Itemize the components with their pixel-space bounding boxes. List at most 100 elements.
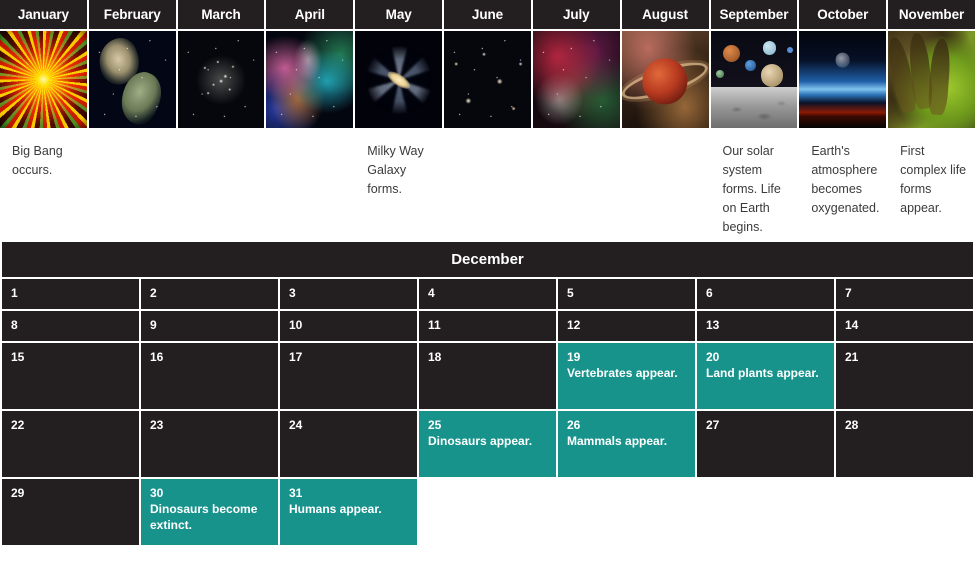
calendar-cell-day[interactable]: 2	[141, 279, 278, 309]
calendar-cell-event[interactable]: 31 Humans appear.	[280, 479, 417, 545]
calendar-cell-day[interactable]: 6	[697, 279, 834, 309]
month-header-may: May	[355, 0, 443, 29]
month-column-august: August	[621, 0, 709, 128]
calendar-cell-day[interactable]: 15	[2, 343, 139, 409]
calendar-day-number: 23	[150, 418, 164, 432]
algae-complex-life-image	[888, 31, 975, 128]
calendar-cell-day[interactable]: 3	[280, 279, 417, 309]
calendar-cell-day[interactable]: 13	[697, 311, 834, 341]
calendar-cell-day[interactable]: 28	[836, 411, 973, 477]
calendar-cell-day[interactable]: 1	[2, 279, 139, 309]
month-strip: January February March April May June Ju…	[0, 0, 975, 128]
caption-may: Milky Way Galaxy forms.	[367, 144, 424, 196]
calendar-day-number: 10	[289, 318, 303, 332]
calendar-day-number: 5	[567, 286, 574, 300]
deep-field-galaxies-image	[444, 31, 531, 128]
december-title: December	[2, 242, 973, 277]
calendar-cell-day[interactable]: 5	[558, 279, 695, 309]
calendar-day-number: 20	[706, 350, 720, 364]
calendar-day-number: 4	[428, 286, 435, 300]
calendar-cell-empty	[836, 479, 973, 545]
calendar-cell-event[interactable]: 30 Dinosaurs become extinct.	[141, 479, 278, 545]
caption-july	[533, 142, 620, 234]
calendar-event-label: Dinosaurs become extinct.	[150, 502, 258, 532]
calendar-day-number: 15	[11, 350, 25, 364]
calendar-day-number: 6	[706, 286, 713, 300]
calendar-cell-day[interactable]: 16	[141, 343, 278, 409]
calendar-day-number: 3	[289, 286, 296, 300]
emission-nebula-image	[532, 31, 620, 128]
calendar-cell-day[interactable]: 4	[419, 279, 556, 309]
calendar-day-number: 1	[11, 286, 18, 300]
calendar-cell-day[interactable]: 23	[141, 411, 278, 477]
calendar-week-row: 29 30 Dinosaurs become extinct. 31 Humans ap…	[2, 479, 973, 545]
calendar-cell-event[interactable]: 25 Dinosaurs appear.	[419, 411, 556, 477]
nebula-pillar-image	[88, 31, 176, 128]
calendar-week-row: 15 16 17 18 19 Vertebrates appear. 20 Land plan…	[2, 343, 973, 409]
calendar-day-number: 31	[289, 486, 303, 500]
calendar-cell-day[interactable]: 14	[836, 311, 973, 341]
caption-april	[266, 142, 353, 234]
calendar-cell-event[interactable]: 20 Land plants appear.	[697, 343, 834, 409]
calendar-day-number: 14	[845, 318, 859, 332]
calendar-day-number: 26	[567, 418, 581, 432]
calendar-week-row: 1 2 3 4 5 6 7	[2, 279, 973, 309]
calendar-event-label: Dinosaurs appear.	[428, 434, 533, 448]
calendar-day-number: 11	[428, 318, 441, 332]
caption-january: Big Bang occurs.	[12, 144, 63, 177]
calendar-day-number: 19	[567, 350, 581, 364]
calendar-day-number: 24	[289, 418, 303, 432]
calendar-event-label: Land plants appear.	[706, 366, 819, 380]
calendar-cell-event[interactable]: 26 Mammals appear.	[558, 411, 695, 477]
month-header-february: February	[88, 0, 176, 29]
calendar-cell-day[interactable]: 21	[836, 343, 973, 409]
caption-february	[89, 142, 176, 234]
calendar-cell-day[interactable]: 7	[836, 279, 973, 309]
calendar-day-number: 2	[150, 286, 157, 300]
month-column-may: May	[355, 0, 443, 128]
month-header-june: June	[444, 0, 531, 29]
calendar-cell-day[interactable]: 11	[419, 311, 556, 341]
star-cluster-image	[177, 31, 265, 128]
galaxy-cluster-image	[266, 31, 354, 128]
calendar-day-number: 18	[428, 350, 442, 364]
caption-september: Our solar system forms. Life on Earth be…	[722, 144, 781, 234]
calendar-cell-event[interactable]: 19 Vertebrates appear.	[558, 343, 695, 409]
month-header-august: August	[621, 0, 709, 29]
calendar-cell-day[interactable]: 29	[2, 479, 139, 545]
calendar-week-row: 8 9 10 11 12 13 14	[2, 311, 973, 341]
calendar-day-number: 17	[289, 350, 303, 364]
month-header-november: November	[888, 0, 975, 29]
spiral-galaxy-image	[355, 31, 443, 128]
month-column-october: October	[799, 0, 887, 128]
calendar-day-number: 8	[11, 318, 18, 332]
calendar-event-label: Humans appear.	[289, 502, 382, 516]
calendar-cell-day[interactable]: 17	[280, 343, 417, 409]
calendar-cell-day[interactable]: 22	[2, 411, 139, 477]
calendar-cell-day[interactable]: 24	[280, 411, 417, 477]
calendar-cell-day[interactable]: 8	[2, 311, 139, 341]
calendar-cell-empty	[419, 479, 556, 545]
calendar-cell-empty	[558, 479, 695, 545]
month-column-april: April	[266, 0, 354, 128]
calendar-cell-empty	[697, 479, 834, 545]
calendar-week-row: 22 23 24 25 Dinosaurs appear. 26 Mammals appea…	[2, 411, 973, 477]
big-bang-explosion-image	[0, 31, 87, 128]
caption-november: First complex life forms appear.	[900, 144, 967, 215]
calendar-cell-day[interactable]: 18	[419, 343, 556, 409]
calendar-day-number: 13	[706, 318, 720, 332]
calendar-cell-day[interactable]: 12	[558, 311, 695, 341]
month-header-july: July	[532, 0, 620, 29]
calendar-event-label: Vertebrates appear.	[567, 366, 678, 380]
calendar-cell-day[interactable]: 9	[141, 311, 278, 341]
caption-june	[444, 142, 531, 234]
calendar-cell-day[interactable]: 10	[280, 311, 417, 341]
december-calendar: December 1 2 3 4 5 6 7 8 9 10 11 12 13 14 15 16 17 18 19 Ve…	[0, 240, 975, 547]
calendar-event-label: Mammals appear.	[567, 434, 668, 448]
month-column-january: January	[0, 0, 87, 128]
calendar-day-number: 9	[150, 318, 157, 332]
caption-october: Earth's atmosphere becomes oxygenated.	[811, 144, 880, 215]
calendar-cell-day[interactable]: 27	[697, 411, 834, 477]
calendar-day-number: 28	[845, 418, 859, 432]
calendar-day-number: 21	[845, 350, 859, 364]
